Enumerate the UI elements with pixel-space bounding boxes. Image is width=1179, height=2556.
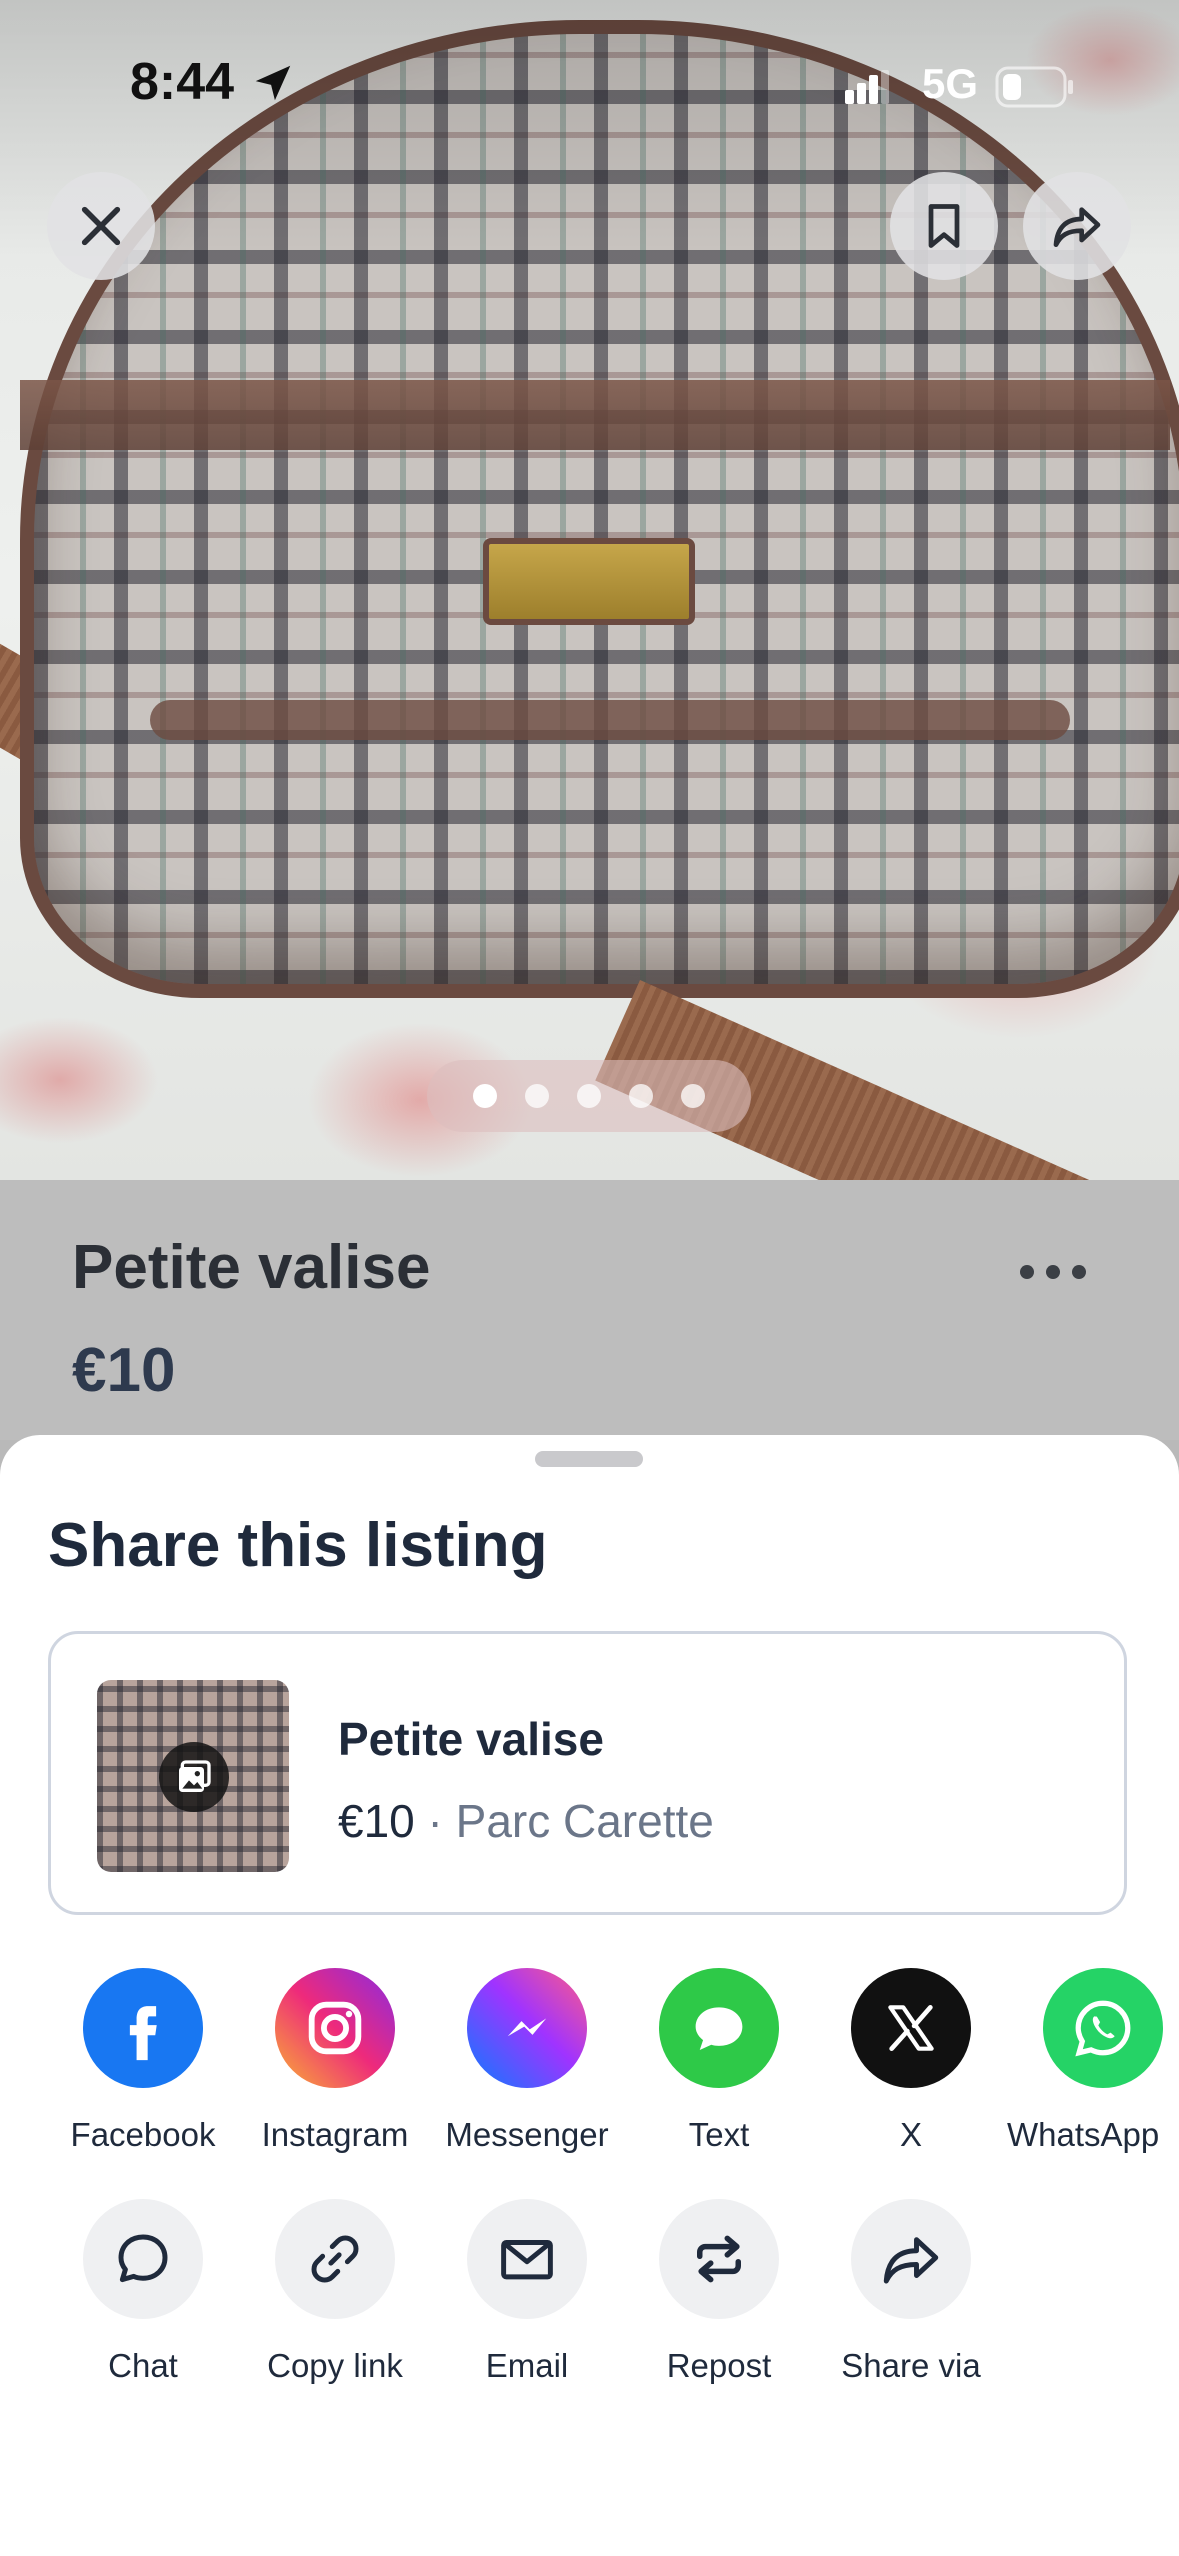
photo-pager[interactable] [427,1060,751,1132]
share-arrow-icon [851,2199,971,2319]
status-time: 8:44 [130,53,235,111]
photo-label-plate [483,538,695,625]
link-icon [275,2199,395,2319]
more-dot [1072,1265,1086,1279]
more-options-button[interactable] [1020,1265,1086,1279]
listing-price: €10 [72,1336,176,1405]
share-action-label: Repost [666,2347,772,2384]
share-email-button[interactable]: Email [431,2199,623,2385]
share-sheet: Share this listing Petite valise €10 · P… [0,1435,1179,2556]
close-button[interactable] [47,172,155,280]
share-repost-button[interactable]: Repost [623,2199,815,2385]
share-action-label: Share via [841,2347,981,2384]
chat-bubble-icon [83,2199,203,2319]
share-app-label: Facebook [70,2116,216,2153]
network-label: 5G [922,60,979,107]
listing-info [0,1180,1179,1440]
share-app-label: WhatsApp [1007,2116,1160,2153]
save-button[interactable] [890,172,998,280]
pager-dot[interactable] [629,1084,653,1108]
share-app-label: Text [688,2116,750,2153]
share-action-label: Chat [108,2347,178,2384]
preview-subtitle: €10 · Parc Carette [338,1794,714,1848]
share-action-label: Copy link [267,2347,403,2384]
share-facebook-button[interactable]: Facebook [47,1968,239,2154]
x-logo-icon [851,1968,971,2088]
share-button[interactable] [1023,172,1131,280]
messenger-icon [467,1968,587,2088]
instagram-icon [275,1968,395,2088]
listing-title: Petite valise [72,1233,431,1302]
photo-band [150,700,1070,740]
share-via-button[interactable]: Share via [815,2199,1007,2385]
preview-thumbnail [97,1680,289,1872]
close-icon [81,206,121,246]
photo-shade [0,0,1179,260]
photo-zip-band [20,380,1170,450]
share-messenger-button[interactable]: Messenger [431,1968,623,2154]
preview-separator: · [414,1795,456,1847]
envelope-icon [467,2199,587,2319]
share-app-label: Instagram [261,2116,409,2153]
share-action-label: Email [485,2347,569,2384]
share-app-label: Messenger [445,2116,609,2153]
share-arrow-icon [1053,207,1101,248]
share-app-label: X [899,2116,922,2153]
facebook-icon [83,1968,203,2088]
signal-icon [845,70,889,104]
pager-dot[interactable] [681,1084,705,1108]
share-chat-button[interactable]: Chat [47,2199,239,2385]
preview-location: Parc Carette [455,1795,714,1847]
share-whatsapp-button[interactable]: WhatsApp [1007,1968,1179,2154]
pager-dot[interactable] [473,1084,497,1108]
bookmark-icon [928,204,960,248]
share-apps-row: Facebook Instagram Messenger Text X What… [0,1968,1179,2188]
share-copy-link-button[interactable]: Copy link [239,2199,431,2385]
preview-price: €10 [338,1795,415,1847]
share-text-button[interactable]: Text [623,1968,815,2154]
repost-icon [659,2199,779,2319]
gallery-badge [159,1742,229,1812]
image-icon [179,1760,211,1792]
sheet-drag-handle[interactable] [535,1451,643,1467]
pager-dot[interactable] [577,1084,601,1108]
more-dot [1046,1265,1060,1279]
pager-dot[interactable] [525,1084,549,1108]
listing-preview-card: Petite valise €10 · Parc Carette [48,1631,1127,1915]
whatsapp-icon [1043,1968,1163,2088]
message-bubble-icon [659,1968,779,2088]
share-x-button[interactable]: X [815,1968,1007,2154]
sheet-title: Share this listing [48,1511,548,1580]
share-actions-row: Chat Copy link Email Repost Share via [0,2199,1179,2419]
preview-title: Petite valise [338,1713,604,1765]
battery-icon [995,66,1073,108]
listing-photo[interactable] [0,0,1179,1180]
share-instagram-button[interactable]: Instagram [239,1968,431,2154]
location-arrow-icon [255,65,291,101]
more-dot [1020,1265,1034,1279]
